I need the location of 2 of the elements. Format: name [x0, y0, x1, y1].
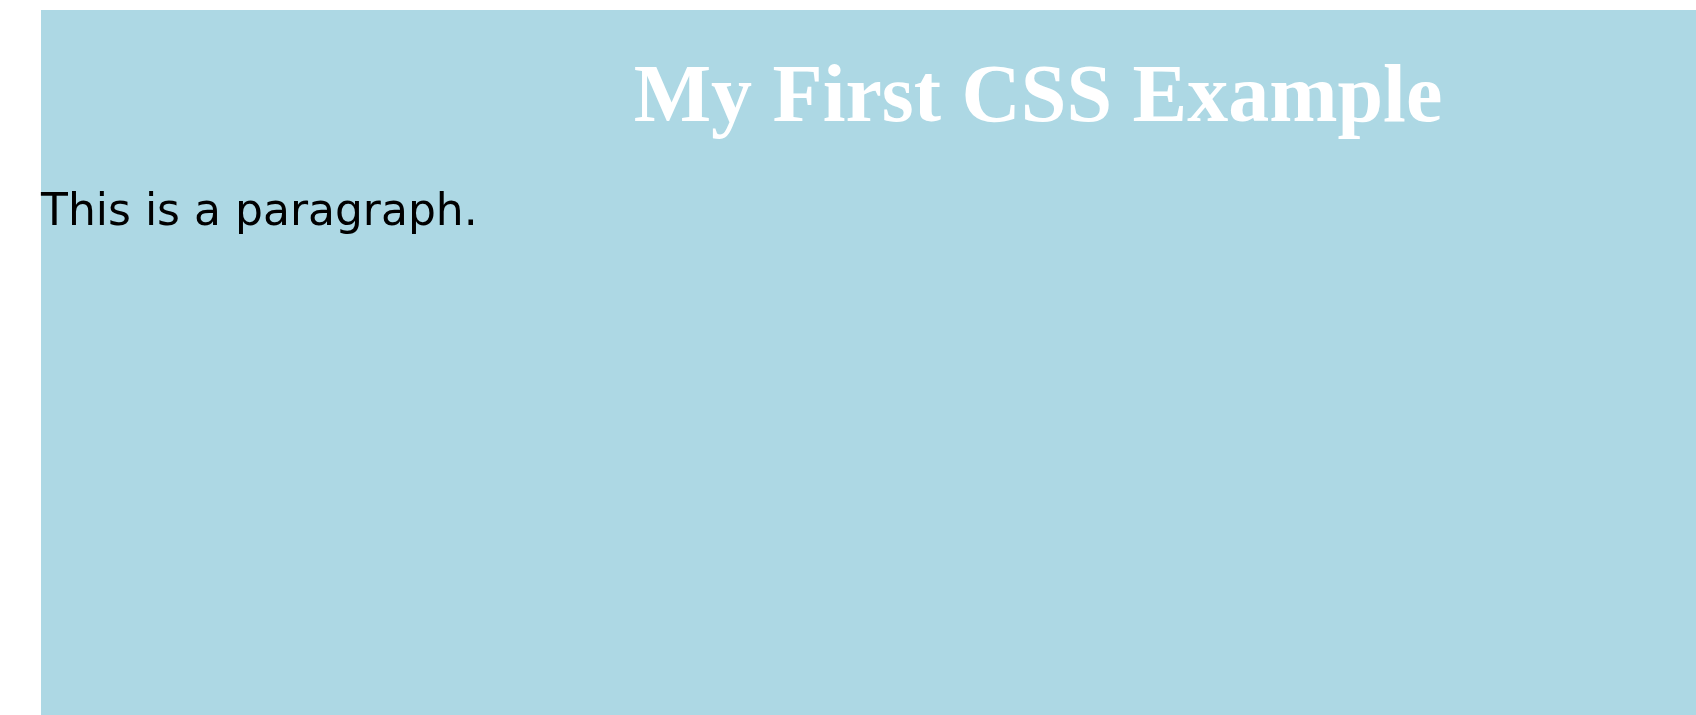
page-heading: My First CSS Example [632, 47, 1444, 141]
paragraph: This is a paragraph. [41, 183, 478, 237]
